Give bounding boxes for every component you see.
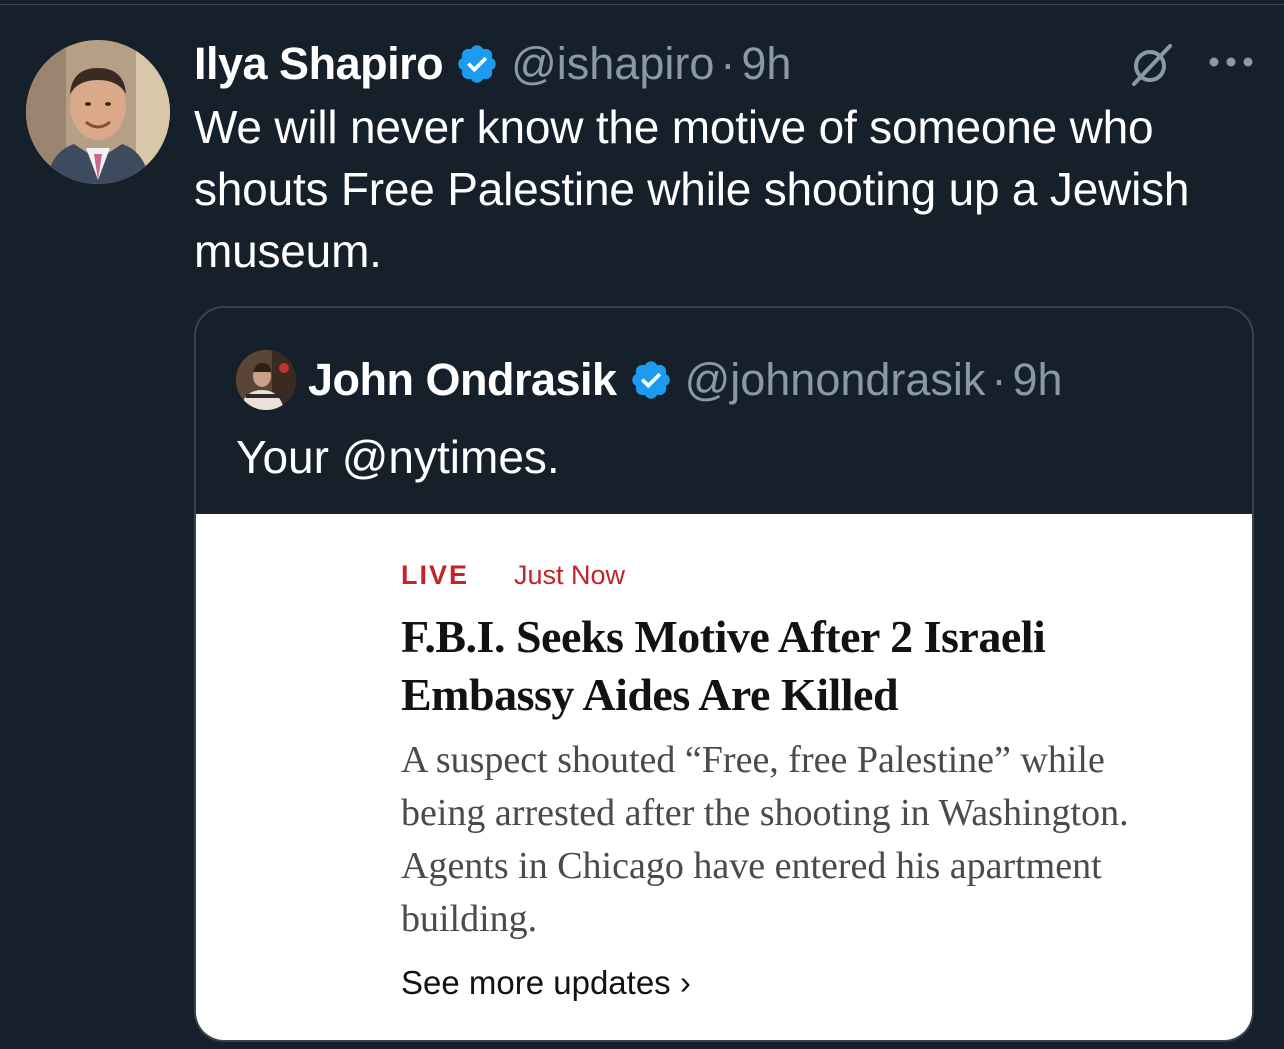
tweet-text: We will never know the motive of someone… bbox=[194, 101, 1190, 277]
quote-author-handle[interactable]: @johnondrasik bbox=[685, 354, 986, 406]
quote-separator-dot: · bbox=[991, 354, 1007, 405]
author-handle[interactable]: @ishapiro bbox=[511, 38, 714, 90]
quote-verified-badge-icon[interactable] bbox=[629, 358, 673, 402]
tweet[interactable]: Ilya Shapiro @ishapiro · 9h We will neve… bbox=[0, 0, 1284, 1049]
grok-icon[interactable] bbox=[1126, 40, 1176, 90]
separator-dot: · bbox=[720, 38, 736, 89]
article-summary: A suspect shouted “Free, free Palestine”… bbox=[401, 739, 1129, 940]
quote-author-avatar[interactable] bbox=[236, 350, 296, 410]
more-options-icon[interactable] bbox=[1208, 50, 1254, 74]
quote-author-avatar-image bbox=[236, 350, 296, 410]
see-more-updates-link: See more updates › bbox=[401, 964, 691, 1001]
live-label: LIVE bbox=[401, 560, 470, 590]
quote-attached-image[interactable]: LIVE Just Now F.B.I. Seeks Motive After … bbox=[196, 514, 1252, 1040]
quoted-tweet-card[interactable]: John Ondrasik @johnondrasik · 9h Your @n… bbox=[194, 306, 1254, 1042]
author-name[interactable]: Ilya Shapiro bbox=[194, 38, 444, 90]
author-avatar[interactable] bbox=[26, 40, 170, 184]
quote-author-name[interactable]: John Ondrasik bbox=[308, 354, 617, 406]
tweet-timestamp[interactable]: 9h bbox=[741, 38, 791, 90]
quote-header: John Ondrasik @johnondrasik · 9h bbox=[308, 352, 1063, 408]
live-time-label: Just Now bbox=[514, 560, 626, 590]
quote-timestamp[interactable]: 9h bbox=[1012, 354, 1062, 406]
quote-text: Your @nytimes. bbox=[236, 431, 560, 483]
verified-badge-icon[interactable] bbox=[455, 42, 499, 86]
article-headline: F.B.I. Seeks Motive After 2 Israeli Emba… bbox=[401, 611, 1046, 720]
author-avatar-image bbox=[26, 40, 170, 184]
tweet-header: Ilya Shapiro @ishapiro · 9h bbox=[194, 36, 791, 92]
